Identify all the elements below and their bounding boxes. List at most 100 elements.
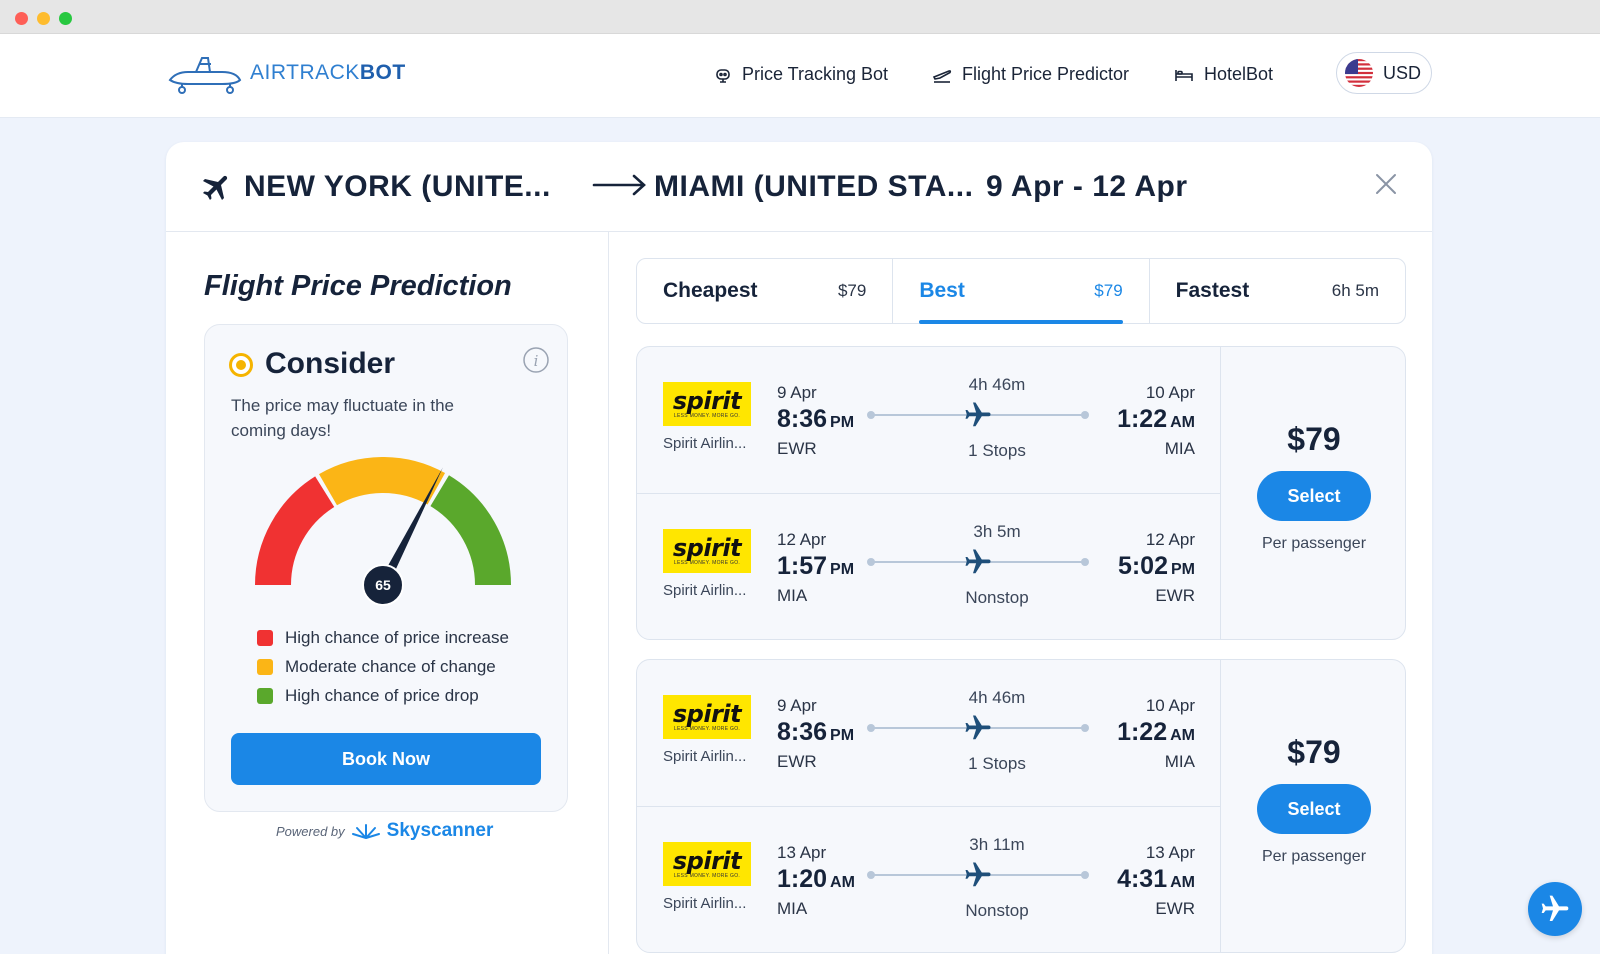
gauge-value: 65: [375, 577, 391, 593]
nav-flight-price-predictor[interactable]: Flight Price Predictor: [932, 64, 1129, 85]
airline-logo: spirit LESS MONEY. MORE GO.: [663, 695, 751, 739]
destination-dot: [1081, 724, 1089, 732]
airplane-icon: [202, 175, 228, 201]
prediction-description: The price may fluctuate in the coming da…: [231, 396, 455, 440]
currency-selector[interactable]: USD: [1336, 52, 1432, 94]
logo-wordmark: AIRTRACKBOT: [250, 61, 406, 84]
tab-label: Best: [919, 279, 965, 302]
nav-hotelbot[interactable]: HotelBot: [1174, 64, 1273, 85]
airline-logo-tagline: LESS MONEY. MORE GO.: [673, 726, 741, 732]
logo[interactable]: AIRTRACKBOT: [166, 50, 406, 96]
route-dates: 9 Apr - 12 Apr: [986, 170, 1188, 203]
flight-duration: 4h 46m: [968, 688, 1026, 707]
tab-cheapest[interactable]: Cheapest $79: [637, 259, 894, 323]
close-icon[interactable]: [1374, 172, 1398, 196]
airplane-icon: [1541, 895, 1569, 921]
floating-action-button[interactable]: [1528, 882, 1582, 936]
us-flag-icon: [1345, 59, 1373, 87]
takeoff-icon: [932, 69, 952, 83]
flight-result[interactable]: spirit LESS MONEY. MORE GO. Spirit Airli…: [636, 659, 1406, 953]
legend-swatch: [257, 629, 273, 646]
flight-result[interactable]: spirit LESS MONEY. MORE GO. Spirit Airli…: [636, 346, 1406, 640]
flight-stops: Nonstop: [965, 901, 1029, 920]
site-header: AIRTRACKBOT Price Tracking Bot Flight Pr…: [0, 34, 1600, 118]
flight-leg-outbound: spirit LESS MONEY. MORE GO. Spirit Airli…: [637, 660, 1221, 806]
sort-tabs: Cheapest $79 Best $79 Fastest 6h 5m: [636, 258, 1406, 324]
legend-item: High chance of price drop: [257, 681, 509, 710]
tab-label: Fastest: [1175, 279, 1250, 302]
airline-logo-wordmark: spirit: [672, 387, 742, 415]
origin-dot: [867, 558, 875, 566]
close-window-button[interactable]: [15, 12, 28, 25]
airline-logo: spirit LESS MONEY. MORE GO.: [663, 842, 751, 886]
airline-logo-tagline: LESS MONEY. MORE GO.: [673, 413, 741, 419]
per-passenger-label: Per passenger: [1261, 535, 1367, 552]
per-passenger-label: Per passenger: [1261, 848, 1367, 865]
arrival-info: 13 Apr 4:31 AM EWR: [1117, 843, 1195, 919]
nav-price-tracking-bot[interactable]: Price Tracking Bot: [714, 64, 888, 85]
robot-icon: [716, 68, 730, 83]
powered-by-skyscanner[interactable]: Powered by Skyscanner: [276, 820, 493, 842]
arrival-info: 12 Apr 5:02 PM EWR: [1118, 530, 1195, 606]
arrival-airport: MIA: [1164, 752, 1195, 771]
prediction-title: Flight Price Prediction: [204, 270, 512, 302]
airplane-icon: [965, 402, 991, 427]
gauge-segment-increase: [255, 476, 335, 586]
tab-value: $79: [837, 281, 867, 300]
airplane-icon: [965, 715, 991, 740]
arrival-info: 10 Apr 1:22 AM MIA: [1117, 696, 1195, 772]
airline-logo: spirit LESS MONEY. MORE GO.: [663, 529, 751, 573]
route-origin: NEW YORK (UNITE...: [244, 170, 551, 203]
flight-duration: 3h 11m: [969, 835, 1025, 854]
flight-path-line: [867, 402, 1089, 427]
arrival-date: 13 Apr: [1145, 843, 1195, 862]
airline-name: Spirit Airlin...: [663, 748, 747, 765]
powered-by-label: Powered by: [276, 823, 345, 839]
tab-label: Cheapest: [663, 279, 758, 302]
airline-logo-wordmark: spirit: [672, 534, 742, 562]
prediction-status: Consider: [265, 347, 396, 380]
arrival-time: 4:31 AM: [1117, 865, 1195, 893]
airplane-icon: [965, 862, 991, 887]
price-column: $79 Select Per passenger: [1221, 347, 1405, 639]
route-destination: MIAMI (UNITED STA...: [654, 170, 974, 203]
destination-dot: [1081, 558, 1089, 566]
legend-item: High chance of price increase: [257, 623, 509, 652]
departure-airport: MIA: [777, 586, 808, 605]
prediction-panel: Consider i The price may fluctuate in th…: [204, 324, 568, 812]
select-button[interactable]: Select: [1257, 784, 1371, 834]
destination-dot: [1081, 871, 1089, 879]
gauge-segment-drop: [429, 475, 511, 586]
departure-info: 9 Apr 8:36 PM EWR: [777, 696, 854, 772]
arrival-info: 10 Apr 1:22 AM MIA: [1117, 383, 1195, 459]
minimize-window-button[interactable]: [37, 12, 50, 25]
departure-date: 12 Apr: [777, 530, 827, 549]
gauge-segment-moderate: [319, 457, 446, 506]
book-now-button[interactable]: Book Now: [231, 733, 541, 785]
bed-icon: [1175, 69, 1193, 81]
info-icon[interactable]: i: [523, 347, 549, 373]
active-tab-indicator: [919, 320, 1123, 324]
airline-logo: spirit LESS MONEY. MORE GO.: [663, 382, 751, 426]
currency-label: USD: [1383, 62, 1422, 83]
airline-logo-tagline: LESS MONEY. MORE GO.: [673, 560, 741, 566]
airline-logo-wordmark: spirit: [672, 847, 742, 875]
route-header: NEW YORK (UNITE... MIAMI (UNITED STA... …: [166, 142, 1432, 232]
departure-time: 8:36 PM: [777, 718, 855, 746]
status-indicator: [229, 353, 253, 377]
legend-label: High chance of price drop: [285, 685, 479, 705]
airline-logo-tagline: LESS MONEY. MORE GO.: [673, 873, 741, 879]
origin-dot: [867, 724, 875, 732]
departure-date: 13 Apr: [777, 843, 827, 862]
arrival-time: 5:02 PM: [1117, 552, 1195, 580]
flight-path-line: [867, 862, 1089, 887]
flight-leg-return: spirit LESS MONEY. MORE GO. Spirit Airli…: [637, 493, 1221, 639]
select-button[interactable]: Select: [1257, 471, 1371, 521]
tab-fastest[interactable]: Fastest 6h 5m: [1150, 259, 1405, 323]
departure-info: 12 Apr 1:57 PM MIA: [777, 530, 854, 606]
tab-best[interactable]: Best $79: [893, 259, 1150, 324]
tab-value: 6h 5m: [1331, 281, 1379, 300]
departure-airport: MIA: [777, 899, 808, 918]
maximize-window-button[interactable]: [59, 12, 72, 25]
price-column: $79 Select Per passenger: [1221, 660, 1405, 952]
